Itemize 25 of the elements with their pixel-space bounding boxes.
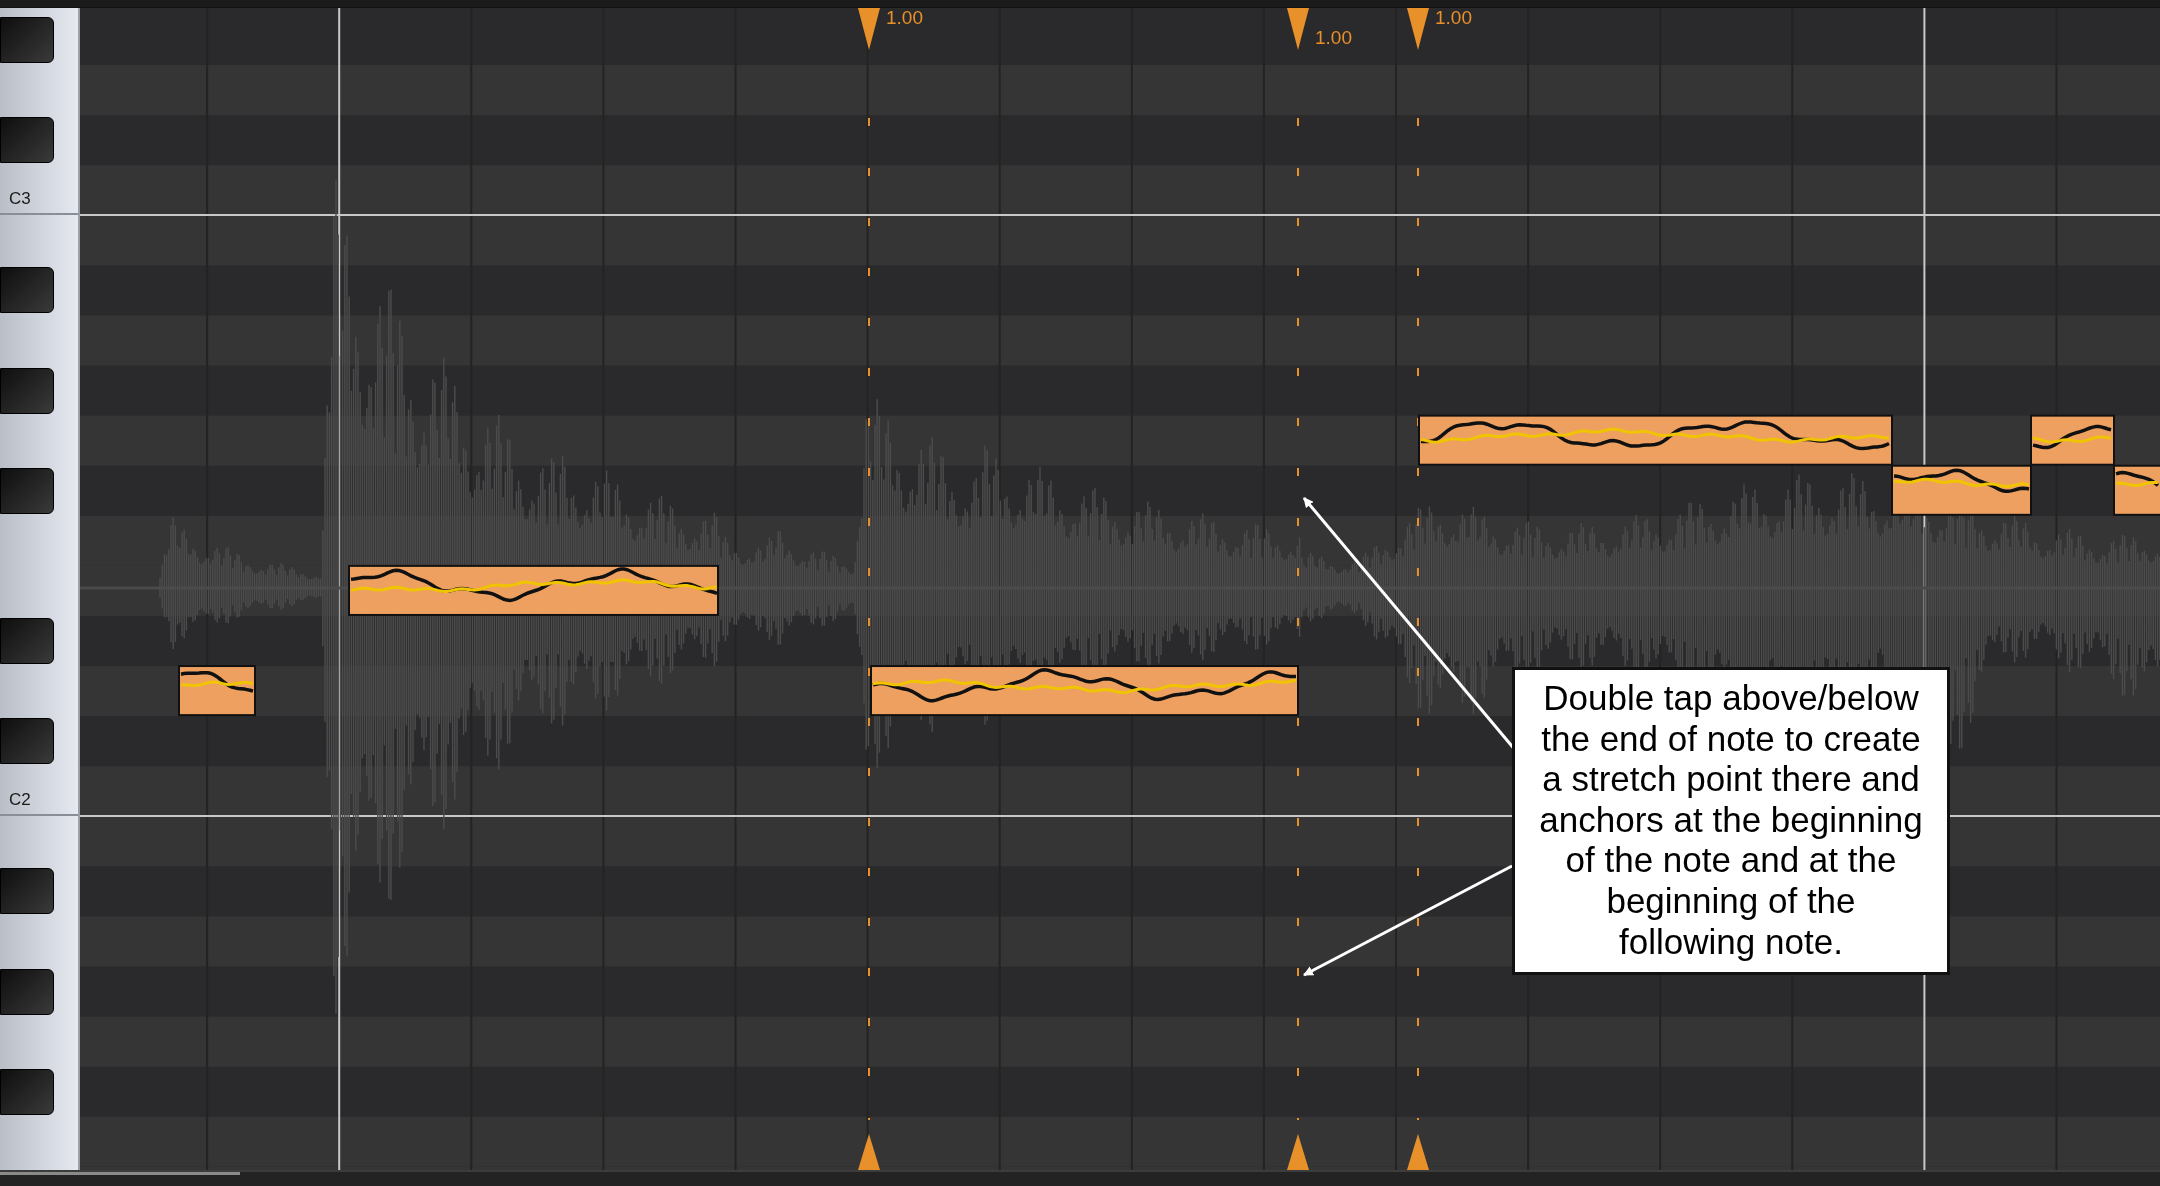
stretch-marker-handle[interactable] [858,8,880,50]
sharp-key[interactable] [0,1068,54,1115]
callout-note: Double tap above/below the end of note to create a stretch point there and anchors at the beginning of the note and at the beginning of the following note. [1512,667,1950,976]
stretch-ratio-label: 1.00 [1315,27,1352,48]
scroll-bar[interactable] [0,1172,240,1175]
sharp-key[interactable] [0,617,54,664]
sharp-key[interactable] [0,968,54,1015]
sharp-key[interactable] [0,117,54,164]
pitch-curve [2115,470,2160,487]
sharp-key[interactable] [0,467,54,514]
stretch-marker-handle[interactable] [1287,8,1309,50]
octave-label: C2 [9,790,31,811]
stretch-marker-handle[interactable] [1287,1134,1309,1170]
sharp-key[interactable] [0,718,54,765]
stretch-ratio-label: 1.00 [886,8,923,28]
stretch-marker-handle[interactable] [858,1134,880,1170]
octave-label: C3 [9,189,31,210]
sharp-key[interactable] [0,367,54,414]
stretch-marker-handle[interactable] [1407,8,1429,50]
sharp-key[interactable] [0,267,54,314]
sharp-key[interactable] [0,17,54,64]
stretch-ratio-label: 1.00 [1435,8,1472,28]
stretch-marker-handle[interactable] [1407,1134,1429,1170]
smoothed-pitch-curve [2115,480,2159,487]
sharp-key[interactable] [0,868,54,915]
